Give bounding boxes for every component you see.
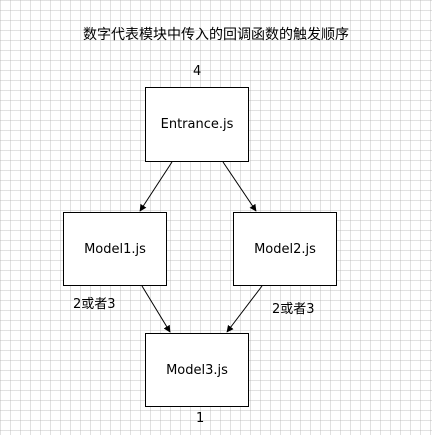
model1-node-label: Model1.js [84,241,146,257]
edge-model1-model3 [141,285,171,333]
entrance-order-label: 4 [193,64,202,79]
entrance-node: Entrance.js [145,87,249,162]
model1-order-label: 2或者3 [73,297,116,312]
edge-entrance-model1 [139,161,173,212]
model1-node: Model1.js [63,212,167,286]
entrance-node-label: Entrance.js [160,117,234,132]
edge-entrance-model2 [222,161,257,212]
model3-node: Model3.js [145,333,249,407]
model3-node-label: Model3.js [166,362,228,378]
model2-node: Model2.js [233,212,337,286]
model2-node-label: Model2.js [254,241,316,257]
edge-model2-model3 [226,285,263,333]
model2-order-label: 2或者3 [272,302,315,317]
diagram-canvas: 数字代表模块中传入的回调函数的触发顺序 4 Entrance.js Model1… [0,0,432,435]
model3-order-label: 1 [196,411,205,426]
